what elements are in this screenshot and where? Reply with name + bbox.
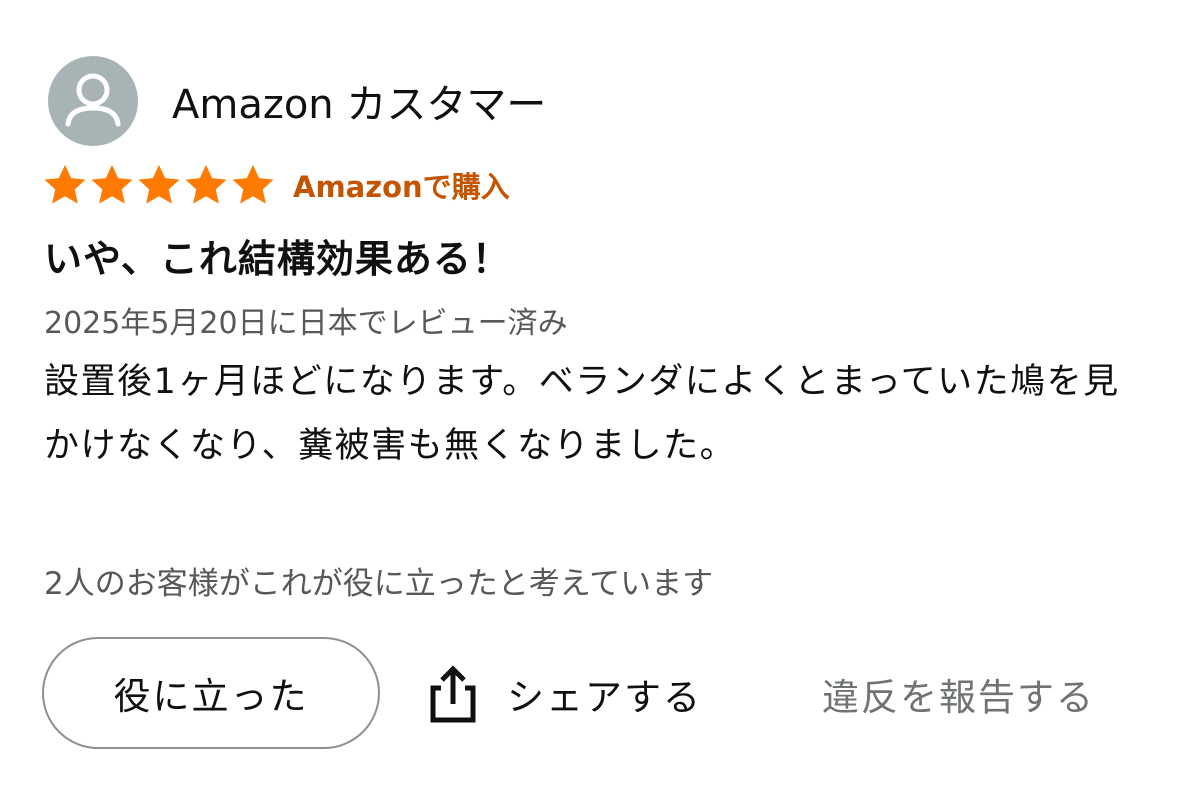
review-date: 2025年5月20日に日本でレビュー済み: [44, 306, 568, 341]
star-icon: [232, 164, 274, 204]
user-avatar-icon: [48, 56, 138, 146]
verified-purchase-badge[interactable]: Amazonで購入: [293, 164, 510, 206]
review-actions: 役に立った シェアする 違反を報告する: [42, 637, 1142, 751]
review-body: 設置後1ヶ月ほどになります。ベランダによくとまっていた鳩を見かけなくなり、糞被害…: [44, 362, 1120, 466]
star-icon: [185, 164, 227, 204]
reviewer-header: Amazon カスタマー: [48, 55, 546, 147]
review-title[interactable]: いや、これ結構効果ある！: [44, 228, 511, 283]
share-button[interactable]: シェアする: [427, 637, 702, 751]
helpful-count: 2人のお客様がこれが役に立ったと考えています: [44, 566, 714, 602]
share-icon: [430, 665, 476, 723]
star-icon: [44, 164, 86, 204]
rating-row: Amazonで購入: [42, 160, 510, 210]
star-icon: [138, 164, 180, 204]
star-rating: [42, 162, 277, 208]
star-icon: [91, 164, 133, 204]
review-card: Amazon カスタマー Amazonで購入 いや、これ結構効果ある！ 2025…: [0, 0, 1179, 799]
report-abuse-link[interactable]: 違反を報告する: [822, 637, 1095, 751]
helpful-button[interactable]: 役に立った: [42, 637, 380, 749]
reviewer-name: Amazon カスタマー: [172, 82, 547, 128]
share-label: シェアする: [507, 676, 702, 719]
